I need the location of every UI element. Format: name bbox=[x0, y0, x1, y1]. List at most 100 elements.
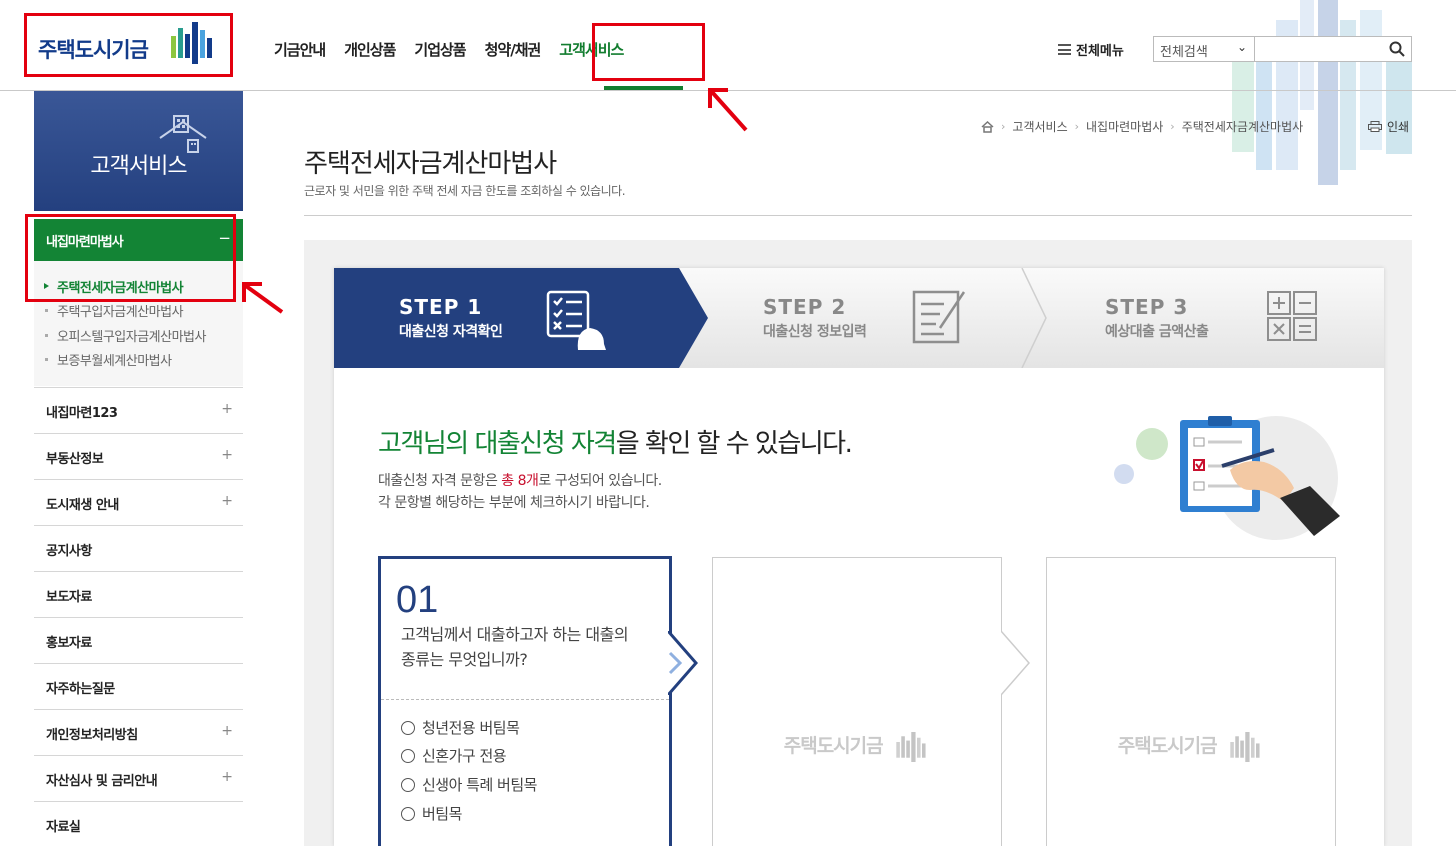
sidebar-item-label: 보도자료 bbox=[46, 590, 92, 605]
step-3-label: 예상대출 금액산출 bbox=[1105, 324, 1209, 340]
bullet-icon bbox=[45, 309, 48, 312]
chevron-right-icon: › bbox=[1170, 120, 1175, 133]
sidebar-item-label: 도시재생 안내 bbox=[46, 498, 119, 513]
divider bbox=[381, 699, 669, 700]
expand-icon[interactable]: + bbox=[221, 493, 233, 509]
nav-item-fund-info[interactable]: 기금안내 bbox=[274, 39, 326, 60]
sidebar-item-real-estate[interactable]: 부동산정보 + bbox=[34, 433, 243, 479]
divider bbox=[304, 215, 1412, 216]
option-youth-beotimmok[interactable]: 청년전용 버팀목 bbox=[401, 717, 520, 738]
option-label: 청년전용 버팀목 bbox=[422, 719, 520, 737]
nav-item-corporate-products[interactable]: 기업상품 bbox=[414, 39, 466, 60]
step-1-label: 대출신청 자격확인 bbox=[399, 324, 503, 340]
breadcrumb-item[interactable]: 내집마련마법사 bbox=[1086, 118, 1163, 135]
sidebar-item-asset-rates[interactable]: 자산심사 및 금리안내 + bbox=[34, 755, 243, 801]
sidebar-item-home-123[interactable]: 내집마련123 + bbox=[34, 387, 243, 433]
nav-active-indicator bbox=[604, 86, 683, 90]
bullet-icon bbox=[45, 358, 48, 361]
sidebar-item-privacy[interactable]: 개인정보처리방침 + bbox=[34, 709, 243, 755]
expand-icon[interactable]: + bbox=[221, 447, 233, 463]
page-title: 주택전세자금계산마법사 bbox=[304, 149, 557, 179]
radio-button[interactable] bbox=[401, 806, 415, 821]
search-icon[interactable] bbox=[1389, 41, 1405, 57]
hamburger-icon bbox=[1058, 44, 1071, 55]
submenu-item-deposit-rent-calc[interactable]: 보증부월세계산마법사 bbox=[57, 350, 172, 369]
all-menu-label: 전체메뉴 bbox=[1076, 44, 1124, 59]
intro-desc-1: 대출신청 자격 문항은 총 8개로 구성되어 있습니다. bbox=[378, 470, 662, 490]
option-label: 신생아 특례 버팀목 bbox=[422, 776, 537, 794]
nav-highlight bbox=[592, 23, 705, 81]
submenu-item-purchase-calc[interactable]: 주택구입자금계산마법사 bbox=[57, 301, 184, 320]
chevron-right-icon bbox=[1001, 631, 1030, 695]
arrow-pointer-icon bbox=[242, 282, 284, 314]
question-card: 01 고객님께서 대출하고자 하는 대출의 종류는 무엇입니까? 청년전용 버팀… bbox=[378, 556, 672, 846]
intro-desc-2: 각 문항별 해당하는 부분에 체크하시기 바랍니다. bbox=[378, 495, 650, 511]
search-scope-value: 전체검색 bbox=[1160, 45, 1208, 60]
breadcrumb-item[interactable]: 고객서비스 bbox=[1012, 118, 1067, 135]
home-icon[interactable] bbox=[981, 120, 994, 133]
logo-mark-icon bbox=[1230, 731, 1260, 762]
print-label: 인쇄 bbox=[1387, 120, 1410, 134]
sidebar-menu: 내집마련123 + 부동산정보 + 도시재생 안내 + 공지사항 보도자료 홍보자료 … bbox=[34, 387, 243, 846]
radio-button[interactable] bbox=[401, 777, 415, 792]
nav-item-personal-products[interactable]: 개인상품 bbox=[344, 39, 396, 60]
expand-icon[interactable]: + bbox=[221, 401, 233, 417]
site-header: 주택도시기금 기금안내 개인상품 기업상품 청약/채권 고객서비스 전체메뉴 전… bbox=[0, 0, 1456, 132]
sidebar-item-label: 자주하는질문 bbox=[46, 682, 115, 697]
intro-desc-text: 대출신청 자격 문항은 bbox=[378, 473, 502, 489]
page-description: 근로자 및 서민을 위한 주택 전세 자금 한도를 조회하실 수 있습니다. bbox=[304, 184, 626, 198]
question-card-placeholder: 주택도시기금 bbox=[1046, 557, 1336, 846]
option-newlywed[interactable]: 신혼가구 전용 bbox=[401, 745, 507, 766]
search-scope-select[interactable]: 전체검색 ⌄ bbox=[1153, 36, 1255, 62]
logo-mark-icon bbox=[896, 731, 926, 762]
expand-icon[interactable]: + bbox=[221, 769, 233, 785]
watermark-logo: 주택도시기금 bbox=[1047, 731, 1335, 762]
submenu-item-officetel-calc[interactable]: 오피스텔구입자금계산마법사 bbox=[57, 326, 206, 345]
all-menu-button[interactable]: 전체메뉴 bbox=[1058, 40, 1124, 59]
sidebar-item-pr[interactable]: 홍보자료 bbox=[34, 617, 243, 663]
question-number: 01 bbox=[396, 579, 439, 621]
intro-headline-rest: 을 확인 할 수 있습니다. bbox=[615, 429, 853, 459]
sidebar-item-press[interactable]: 보도자료 bbox=[34, 571, 243, 617]
chevron-right-icon bbox=[668, 631, 698, 695]
option-label: 신혼가구 전용 bbox=[422, 747, 507, 765]
expand-icon[interactable]: + bbox=[221, 723, 233, 739]
bullet-icon bbox=[45, 334, 48, 337]
breadcrumb: › 고객서비스 › 내집마련마법사 › 주택전세자금계산마법사 bbox=[981, 118, 1303, 135]
watermark-logo: 주택도시기금 bbox=[713, 731, 1001, 762]
sidebar-item-notice[interactable]: 공지사항 bbox=[34, 525, 243, 571]
watermark-text: 주택도시기금 bbox=[1117, 735, 1218, 757]
sidebar-header: 고객서비스 bbox=[34, 91, 243, 211]
question-count: 총 8개 bbox=[501, 473, 539, 489]
sidebar-item-urban-regen[interactable]: 도시재생 안내 + bbox=[34, 479, 243, 525]
print-button[interactable]: 인쇄 bbox=[1368, 118, 1409, 135]
question-text: 고객님께서 대출하고자 하는 대출의 종류는 무엇입니까? bbox=[401, 625, 629, 669]
sidebar-highlight bbox=[25, 214, 236, 302]
site-logo[interactable]: 주택도시기금 bbox=[38, 34, 149, 64]
step-3: STEP 3 예상대출 금액산출 bbox=[1105, 295, 1209, 341]
option-newborn-special[interactable]: 신생아 특례 버팀목 bbox=[401, 774, 537, 795]
sidebar-item-archive[interactable]: 자료실 bbox=[34, 801, 243, 846]
chevron-down-icon: ⌄ bbox=[1236, 40, 1247, 54]
nav-item-subscription-bonds[interactable]: 청약/채권 bbox=[485, 39, 542, 60]
printer-icon bbox=[1368, 121, 1382, 132]
radio-button[interactable] bbox=[401, 720, 415, 735]
question-card-placeholder: 주택도시기금 bbox=[712, 557, 1002, 846]
intro-headline-highlight: 고객님의 대출신청 자격 bbox=[378, 429, 617, 459]
sidebar-title: 고객서비스 bbox=[90, 154, 187, 179]
sidebar-item-faq[interactable]: 자주하는질문 bbox=[34, 663, 243, 709]
option-beotimmok[interactable]: 버팀목 bbox=[401, 803, 462, 824]
logo-mark-icon bbox=[171, 22, 212, 64]
sidebar-item-label: 공지사항 bbox=[46, 544, 92, 559]
intro-headline: 고객님의 대출신청 자격을 확인 할 수 있습니다. bbox=[378, 423, 853, 460]
chevron-right-icon: › bbox=[1074, 120, 1080, 133]
sidebar-item-label: 개인정보처리방침 bbox=[46, 728, 138, 743]
chevron-right-icon: › bbox=[1001, 120, 1006, 133]
sidebar-item-label: 홍보자료 bbox=[46, 636, 92, 651]
sidebar-item-label: 자료실 bbox=[46, 820, 81, 835]
radio-button[interactable] bbox=[401, 748, 415, 763]
arrow-pointer-icon bbox=[708, 88, 748, 132]
sidebar-item-label: 부동산정보 bbox=[46, 452, 104, 467]
step-1: STEP 1 대출신청 자격확인 bbox=[399, 295, 503, 341]
breadcrumb-item[interactable]: 주택전세자금계산마법사 bbox=[1182, 118, 1303, 135]
